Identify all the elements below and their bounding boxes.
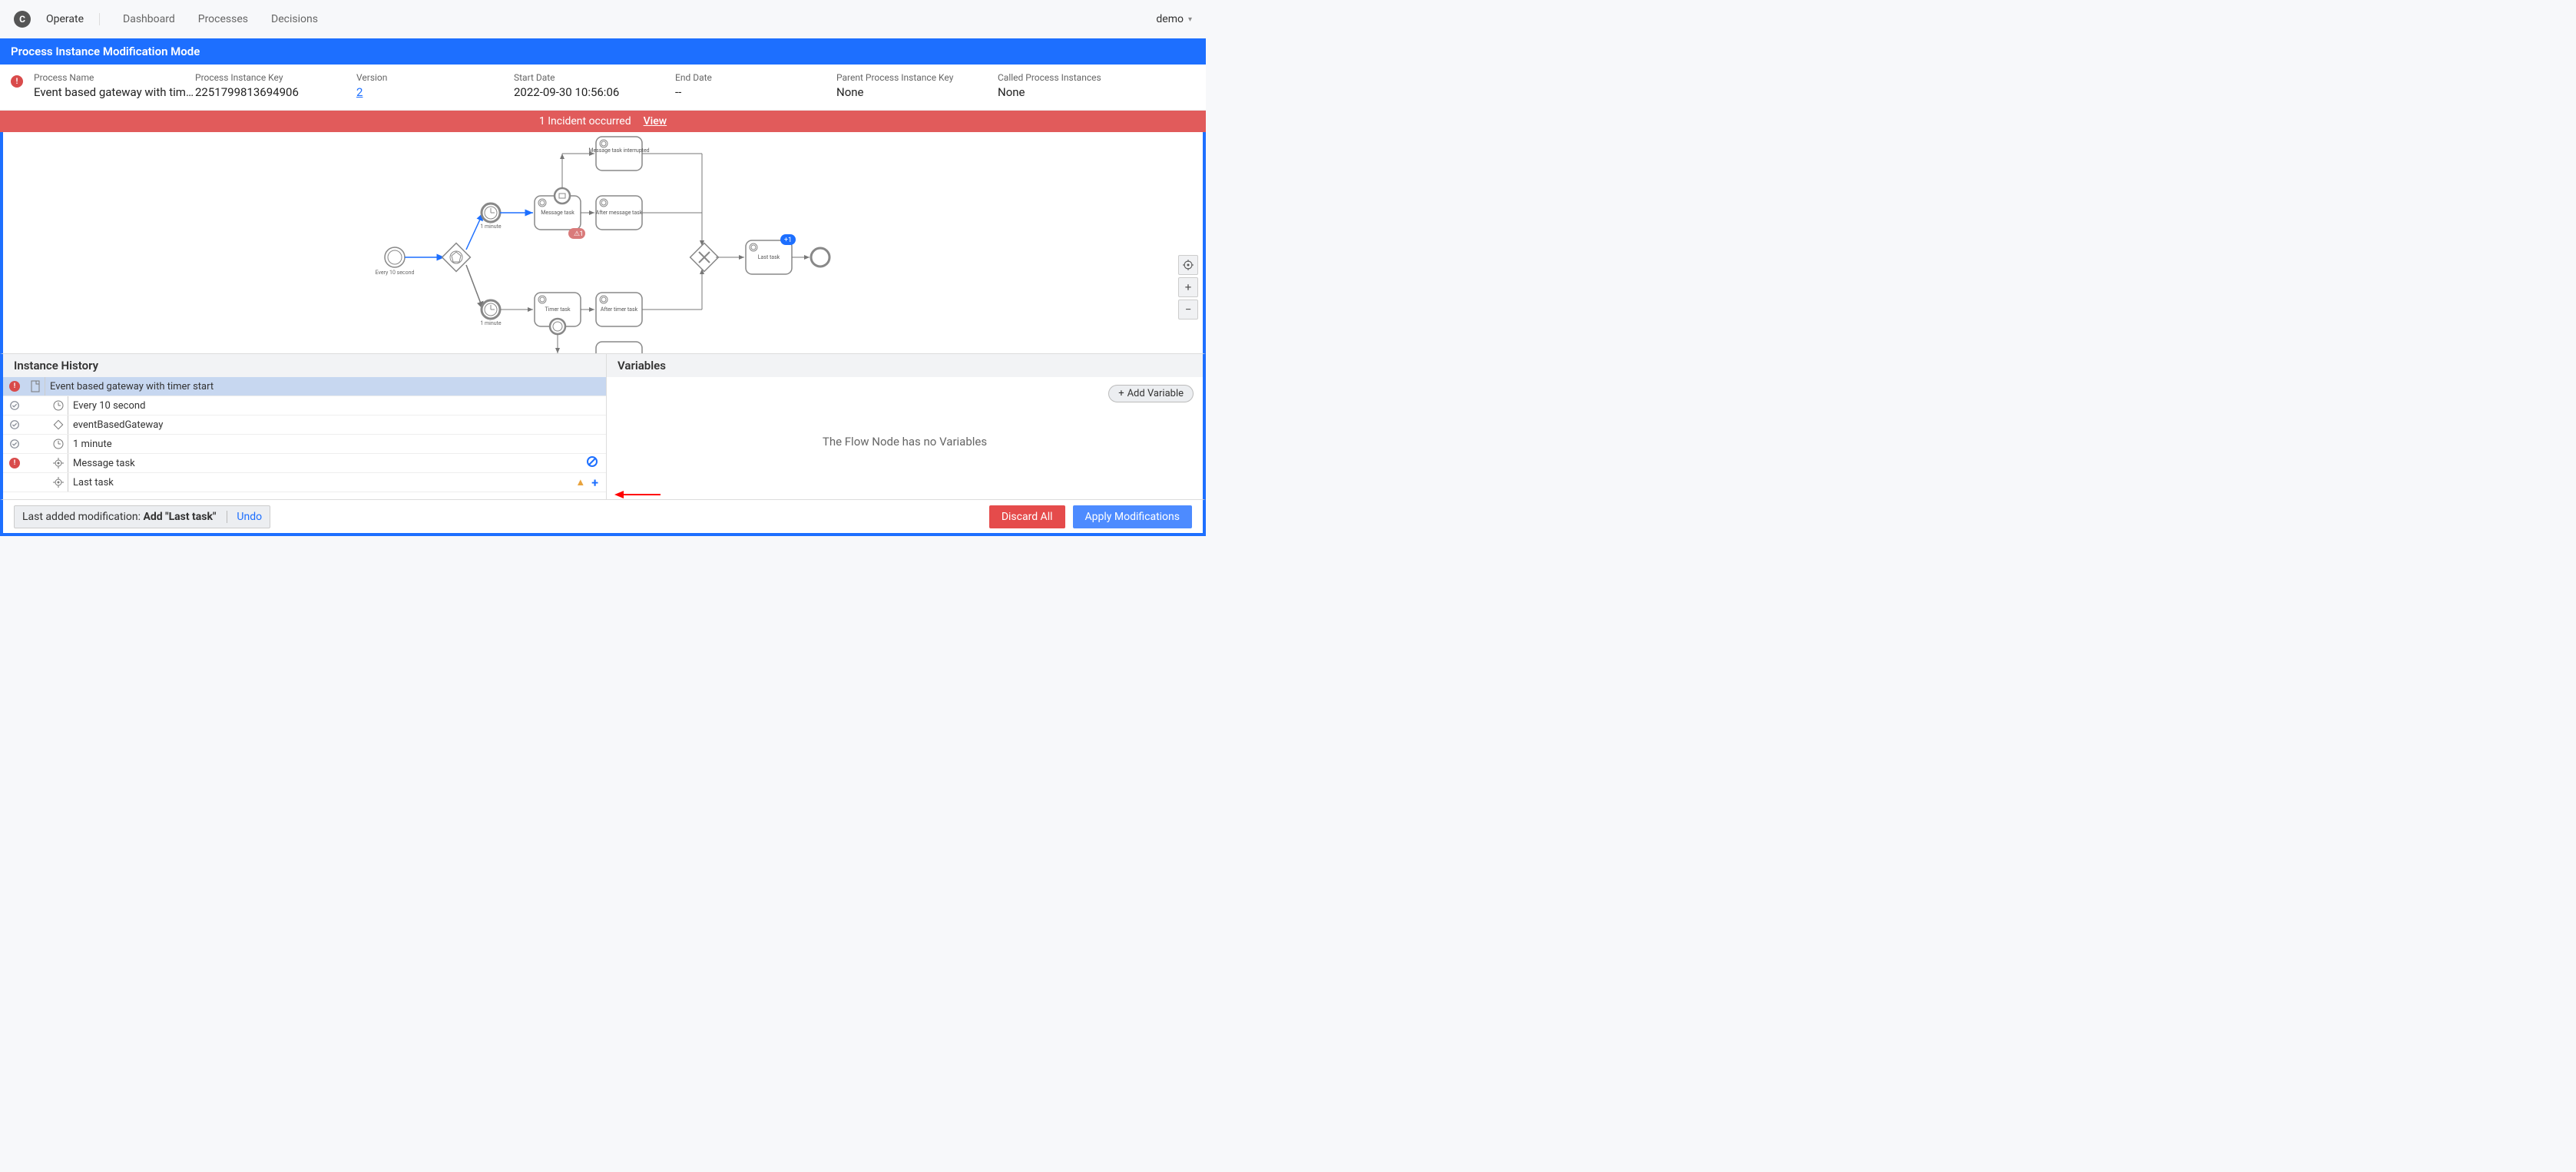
history-row[interactable]: eventBasedGateway [3,415,606,435]
svg-text:Last task: Last task [758,254,780,260]
success-icon [9,439,20,449]
instance-info-row: ! Process Name Event based gateway with … [0,65,1206,111]
zoom-out-button[interactable]: − [1178,300,1198,319]
svg-text:Timer task: Timer task [545,306,571,313]
nav-decisions[interactable]: Decisions [271,13,318,25]
clock-icon [49,399,68,412]
instance-history-header: Instance History [3,354,606,377]
plus-icon[interactable]: + [591,475,598,490]
history-row[interactable]: ! Event based gateway with timer start [3,377,606,396]
last-mod-prefix: Last added modification: [22,511,143,523]
svg-text:Message task interrupted: Message task interrupted [588,147,649,154]
version-label: Version [356,72,514,83]
svg-text:+1: +1 [784,237,792,244]
svg-text:After timer task: After timer task [601,306,638,313]
nav-dashboard[interactable]: Dashboard [123,13,175,25]
doc-icon [26,380,45,392]
called-instances-value: None [998,85,1159,99]
incident-banner: 1 Incident occurred View [0,111,1206,132]
version-link[interactable]: 2 [356,85,514,99]
error-icon: ! [9,458,20,468]
undo-link[interactable]: Undo [227,511,262,523]
zoom-reset-button[interactable] [1178,255,1198,275]
history-row-label: Last task [68,473,575,492]
target-icon [1183,260,1194,270]
incident-icon: ! [11,75,23,88]
history-row[interactable]: Last task▲ + [3,473,606,492]
parent-key-label: Parent Process Instance Key [836,72,998,83]
gateway-icon [49,419,68,431]
variables-header: Variables [618,359,666,372]
user-menu[interactable]: demo ▾ [1156,13,1192,25]
svg-text:After message task: After message task [596,210,643,216]
svg-text:1: 1 [579,230,583,238]
bpmn-diagram[interactable]: Every 10 second 1 minute 1 minute Messag… [0,132,1206,353]
zoom-in-button[interactable]: + [1178,277,1198,297]
start-date-label: Start Date [514,72,675,83]
last-modification-box: Last added modification: Add "Last task"… [14,505,270,528]
history-row[interactable]: Every 10 second [3,396,606,415]
called-instances-label: Called Process Instances [998,72,1159,83]
success-icon [9,400,20,411]
incident-view-link[interactable]: View [644,115,667,127]
add-variable-label: Add Variable [1127,388,1184,399]
instance-key-label: Process Instance Key [195,72,356,83]
process-name-value: Event based gateway with timer... [34,85,195,99]
instance-history-tree[interactable]: ! Event based gateway with timer startEve… [3,377,606,499]
start-date-value: 2022-09-30 10:56:06 [514,85,675,99]
svg-text:1 minute: 1 minute [480,320,502,326]
process-name-label: Process Name [34,72,195,83]
incident-text: 1 Incident occurred [539,115,631,127]
end-date-label: End Date [675,72,836,83]
discard-all-button[interactable]: Discard All [989,505,1065,528]
success-icon [9,419,20,430]
app-logo: C [14,11,31,28]
clock-icon [49,438,68,450]
chevron-down-icon: ▾ [1188,15,1192,24]
plus-icon: + [1118,388,1124,399]
history-row[interactable]: 1 minute [3,435,606,454]
modification-mode-banner: Process Instance Modification Mode [0,38,1206,65]
user-name: demo [1156,13,1184,25]
add-variable-button[interactable]: + Add Variable [1108,385,1194,402]
warning-icon: ▲ [575,476,585,488]
gear-icon [49,458,68,468]
apply-modifications-button[interactable]: Apply Modifications [1073,505,1193,528]
history-row[interactable]: ! Message task [3,454,606,473]
history-row-label: Event based gateway with timer start [45,377,598,396]
instance-key-value: 2251799813694906 [195,85,356,99]
history-row-label: Message task [68,454,586,472]
svg-text:Message task: Message task [541,210,574,216]
history-row-label: eventBasedGateway [68,415,598,434]
error-icon: ! [9,381,20,392]
cancel-icon[interactable] [586,455,598,471]
history-row-label: Every 10 second [68,396,598,415]
gear-icon [49,477,68,488]
app-brand: Operate [46,13,100,25]
parent-key-value: None [836,85,998,99]
svg-text:1 minute: 1 minute [480,223,502,230]
nav-processes[interactable]: Processes [198,13,248,25]
end-date-value: -- [675,85,836,99]
svg-text:Every 10 second: Every 10 second [376,270,415,276]
last-mod-value: Add "Last task" [143,511,216,523]
history-row-label: 1 minute [68,435,598,453]
